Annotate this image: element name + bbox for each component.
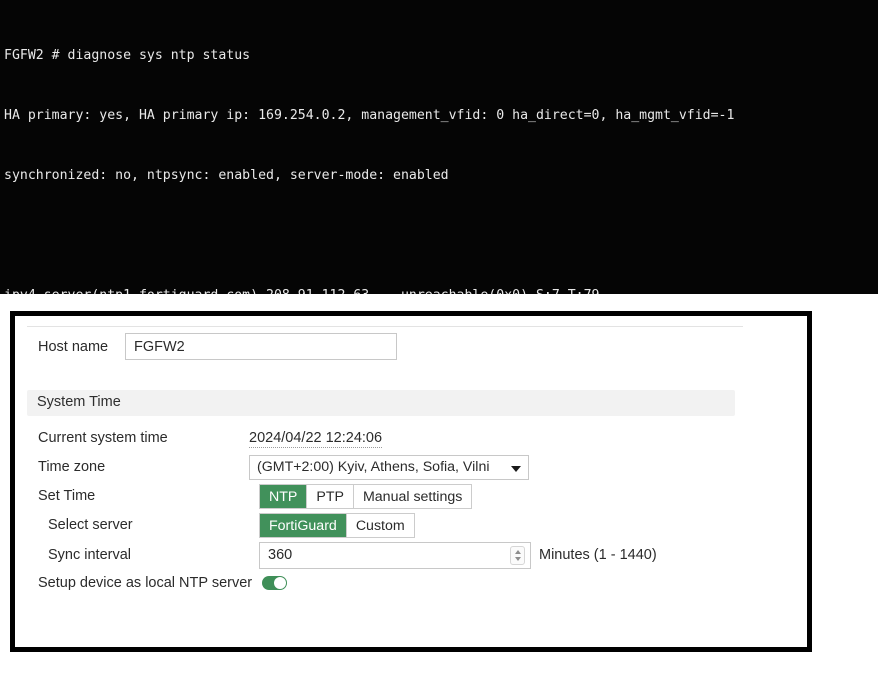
time-zone-row: Time zone (GMT+2:00) Kyiv, Athens, Sofia… — [15, 455, 807, 484]
terminal-line: synchronized: no, ntpsync: enabled, serv… — [4, 168, 449, 183]
toggle-knob — [274, 577, 286, 589]
terminal-line: HA primary: yes, HA primary ip: 169.254.… — [4, 108, 735, 123]
current-system-time-label: Current system time — [38, 430, 168, 446]
set-time-option-manual-settings[interactable]: Manual settings — [353, 485, 472, 508]
sync-interval-input[interactable]: 360 — [259, 542, 531, 569]
hostname-row: Host name — [15, 333, 807, 367]
set-time-label: Set Time — [38, 488, 96, 504]
quantity-stepper[interactable] — [510, 546, 525, 565]
local-ntp-server-label: Setup device as local NTP server — [38, 575, 253, 591]
select-server-label: Select server — [48, 517, 133, 533]
terminal-line: ipv4 server(ntp1.fortiguard.com) 208.91.… — [4, 286, 878, 294]
chevron-down-icon[interactable] — [514, 557, 521, 561]
chevron-up-icon[interactable] — [514, 550, 521, 554]
chevron-down-icon — [511, 466, 521, 472]
select-server-option-fortiguard[interactable]: FortiGuard — [260, 514, 347, 537]
select-server-segmented-control[interactable]: FortiGuard Custom — [259, 513, 415, 538]
local-ntp-server-row: Setup device as local NTP server — [15, 571, 807, 599]
panel-top-divider — [27, 326, 743, 327]
sync-interval-value: 360 — [268, 547, 293, 563]
hostname-label: Host name — [38, 339, 109, 355]
sync-interval-label: Sync interval — [48, 547, 132, 563]
time-zone-select[interactable]: (GMT+2:00) Kyiv, Athens, Sofia, Vilni — [249, 455, 529, 480]
time-zone-selected-value: (GMT+2:00) Kyiv, Athens, Sofia, Vilni — [257, 459, 490, 475]
terminal-line: FGFW2 # diagnose sys ntp status — [4, 48, 251, 63]
set-time-option-ntp[interactable]: NTP — [260, 485, 308, 508]
sync-interval-suffix: Minutes (1 - 1440) — [539, 547, 657, 563]
time-zone-label: Time zone — [38, 459, 106, 475]
current-system-time-value: 2024/04/22 12:24:06 — [249, 430, 383, 448]
select-server-option-custom[interactable]: Custom — [346, 514, 414, 537]
system-time-section-title: System Time — [37, 394, 121, 410]
select-server-row: Select server FortiGuard Custom — [15, 513, 807, 542]
hostname-input[interactable] — [125, 333, 397, 360]
system-time-section-header: System Time — [27, 390, 735, 416]
sync-interval-row: Sync interval 360 Minutes (1 - 1440) — [15, 542, 807, 571]
set-time-option-ptp[interactable]: PTP — [307, 485, 354, 508]
system-settings-panel: Host name System Time Current system tim… — [10, 311, 812, 652]
local-ntp-server-toggle[interactable] — [262, 576, 287, 590]
cli-terminal[interactable]: FGFW2 # diagnose sys ntp status HA prima… — [0, 0, 878, 294]
current-system-time-row: Current system time 2024/04/22 12:24:06 — [15, 426, 807, 455]
set-time-row: Set Time NTP PTP Manual settings — [15, 484, 807, 513]
set-time-segmented-control[interactable]: NTP PTP Manual settings — [259, 484, 473, 509]
